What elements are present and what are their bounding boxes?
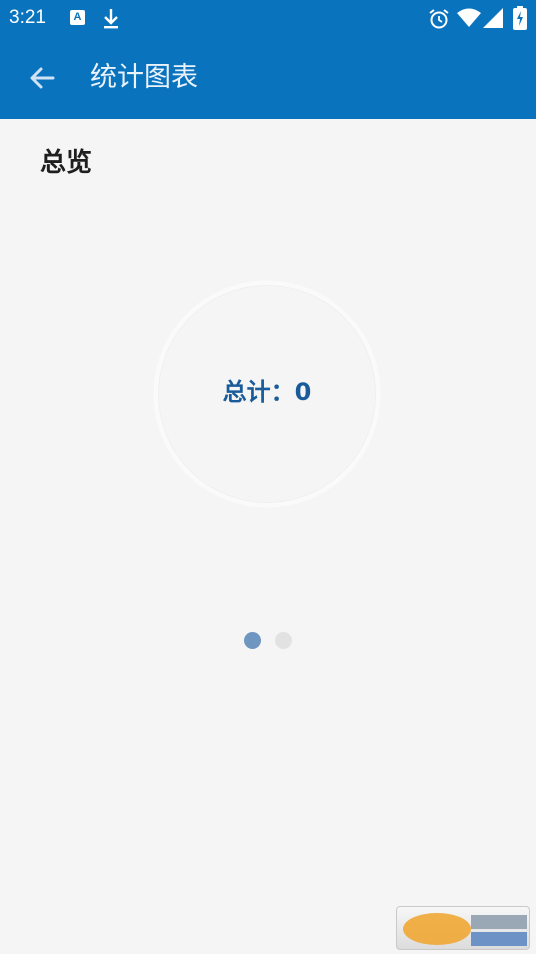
watermark-logo-graphic (403, 913, 527, 946)
page-dot-2[interactable] (275, 632, 292, 649)
overview-title: 总览 (40, 148, 93, 178)
status-bar: 3:21 A (0, 0, 536, 38)
page-indicator (244, 632, 292, 650)
back-button[interactable] (20, 56, 64, 100)
arrow-left-icon (30, 67, 55, 89)
download-icon (104, 9, 118, 29)
wifi-icon (457, 8, 481, 27)
alarm-icon (429, 9, 449, 29)
battery-icon (513, 6, 527, 30)
watermark-logo (396, 906, 530, 950)
status-time: 3:21 (9, 7, 46, 28)
a-notification-icon: A (70, 10, 85, 25)
page-dot-1[interactable] (244, 632, 261, 649)
overview-chart[interactable]: 总计：0 (152, 279, 382, 509)
page-title: 统计图表 (90, 62, 198, 93)
signal-icon (483, 8, 503, 28)
app-bar: 统计图表 (0, 38, 536, 119)
chart-total-label: 总计：0 (222, 378, 312, 406)
